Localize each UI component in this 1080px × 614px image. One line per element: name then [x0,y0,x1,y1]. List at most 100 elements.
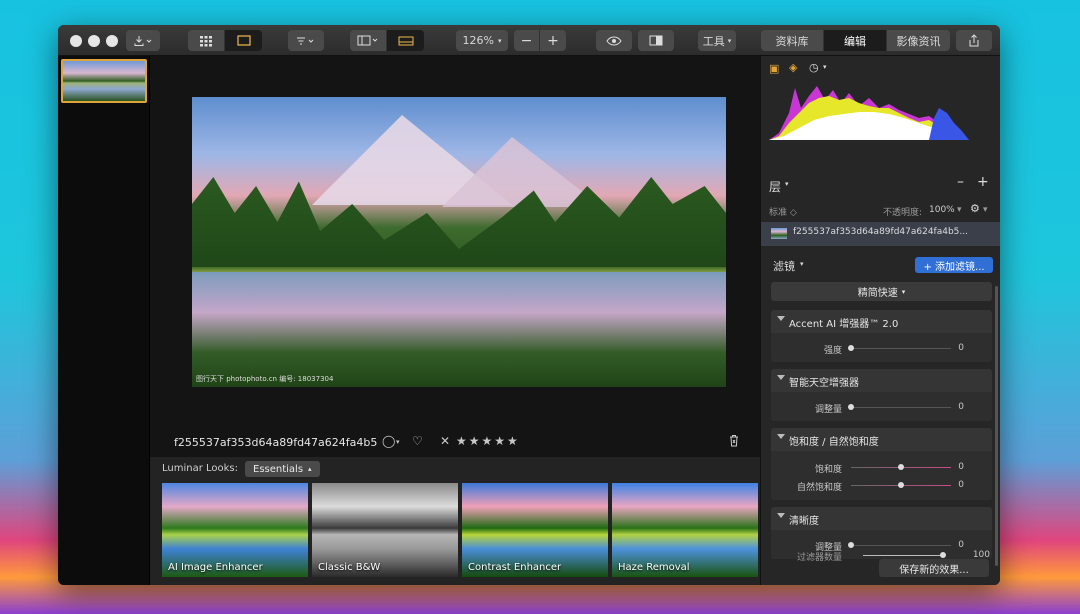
star-rating[interactable]: ★★★★★ [456,434,520,448]
download-icon [134,35,152,46]
looks-label: Luminar Looks: [162,463,239,474]
opacity-label: 不透明度: [883,208,923,218]
layers-title[interactable]: 层 [769,178,781,195]
grid-icon [200,35,212,46]
slider-knob[interactable] [848,345,854,351]
fast-menu-button[interactable]: 精简快速 ▾ [771,282,992,301]
export-button[interactable] [126,30,160,51]
slider-row[interactable]: 强度 0 [771,340,992,358]
close-window-button[interactable] [70,35,82,47]
tools-label: 工具 [702,34,725,48]
slider-knob[interactable] [898,482,904,488]
zoom-out-button[interactable]: − [514,30,540,51]
slider-track[interactable] [851,545,951,546]
blend-mode-value: 标准 [769,208,788,218]
filter-header[interactable]: 饱和度 / 自然饱和度 [771,428,992,451]
look-label: Contrast Enhancer [468,562,562,573]
chevron-down-icon: ▾ [983,205,988,215]
tab-edit[interactable]: 编辑 [824,30,887,51]
history-icon[interactable]: ◷ [809,61,819,74]
sidebar-toggle-button[interactable] [350,30,387,51]
look-label: Haze Removal [618,562,690,573]
collapse-triangle-icon [777,513,785,518]
mode-tabs: 资料库 编辑 影像资讯 [761,30,950,51]
luminar-window: 126% ▾ − + 工具 ▾ 资料库 编辑 影像资讯 图行天下 photoph… [58,25,1000,585]
reject-icon[interactable]: ✕ [440,434,450,448]
blend-mode-dropdown[interactable]: 标准 ◇ [769,205,797,218]
fast-menu-label: 精简快速 [857,288,898,299]
view-mode-toggle [188,30,262,51]
chevron-down-icon: ▾ [957,205,962,215]
filter-header[interactable]: 智能天空增强器 [771,369,992,392]
eye-icon [606,35,622,46]
slider-row[interactable]: 饱和度 0 [771,459,992,477]
filter-title: Accent AI 增强器™ 2.0 [789,319,899,330]
filter-header[interactable]: 清晰度 [771,507,992,530]
sort-menu-button[interactable] [288,30,324,51]
save-look-button[interactable]: 保存新的效果... [879,559,989,577]
preview-button[interactable] [596,30,632,51]
slider-knob[interactable] [940,552,946,558]
list-sort-icon [297,37,314,44]
zoom-window-button[interactable] [106,35,118,47]
slider-track[interactable] [863,555,943,556]
slider-knob[interactable] [848,404,854,410]
chevron-down-icon: ▾ [901,287,906,296]
minimize-window-button[interactable] [88,35,100,47]
grid-view-button[interactable] [188,30,225,51]
slider-row[interactable]: 调整量 0 [771,399,992,417]
color-label-icon[interactable]: ◯ [382,434,395,448]
file-name: f255537af353d64a89fd47a624fa4b5 [174,436,378,449]
slider-row[interactable]: 自然饱和度 0 [771,477,992,495]
zoom-in-button[interactable]: + [540,30,566,51]
heart-icon[interactable]: ♡ [412,434,423,448]
filmstrip-thumbnail[interactable] [61,59,147,103]
looks-collection-dropdown[interactable]: Essentials ▴ [245,461,320,477]
collapse-triangle-icon [777,316,785,321]
layers-icon[interactable]: ◈ [789,61,797,74]
histogram [769,86,969,140]
panel-scrollbar[interactable] [995,286,998,566]
adjustments-panel: ▣ ◈ ◷ ▾ 层 ▾ – + 标准 ◇ 不透明度: 100% ▾ ⚙ ▾ f2… [760,56,1000,585]
look-thumbnail[interactable]: AI Image Enhancer [162,483,308,577]
share-icon [969,34,979,47]
toolbar: 126% ▾ − + 工具 ▾ 资料库 编辑 影像资讯 [58,25,1000,56]
lake-reflection [192,272,726,387]
remove-layer-button[interactable]: – [957,174,964,190]
look-thumbnail[interactable]: Classic B&W [312,483,458,577]
zoom-level-dropdown[interactable]: 126% ▾ [456,30,508,51]
slider-track[interactable] [851,348,951,349]
zoom-stepper: − + [514,30,566,51]
add-filter-button[interactable]: + 添加滤镜... [915,257,993,273]
slider-value: 0 [958,343,964,353]
filmstrip-toggle-button[interactable] [387,30,424,51]
single-image-icon [236,35,251,46]
share-button[interactable] [956,30,992,51]
histogram-icon[interactable]: ▣ [769,62,779,75]
filter-sky-enhancer: 智能天空增强器 调整量 0 [771,369,992,421]
opacity-value[interactable]: 100% [929,205,955,215]
filters-title[interactable]: 滤镜 [773,258,795,274]
collapse-triangle-icon [777,375,785,380]
slider-knob[interactable] [898,464,904,470]
image-canvas[interactable]: 图行天下 photophoto.cn 编号: 18037304 [150,56,760,460]
filter-header[interactable]: Accent AI 增强器™ 2.0 [771,310,992,333]
tab-library[interactable]: 资料库 [761,30,824,51]
slider-track[interactable] [851,407,951,408]
compare-button[interactable] [638,30,674,51]
chevron-down-icon: ▾ [800,260,804,268]
look-thumbnail[interactable]: Contrast Enhancer [462,483,608,577]
layer-item[interactable]: f255537af353d64a89fd47a624fa4b5... [761,222,1000,246]
tab-info[interactable]: 影像资讯 [887,30,950,51]
trash-icon[interactable] [728,434,740,450]
gear-icon[interactable]: ⚙ [970,202,980,215]
single-view-button[interactable] [225,30,262,51]
main-photo[interactable]: 图行天下 photophoto.cn 编号: 18037304 [192,97,726,387]
look-thumbnail[interactable]: Haze Removal [612,483,758,577]
look-label: AI Image Enhancer [168,562,263,573]
add-layer-button[interactable]: + [977,174,989,190]
filter-title: 饱和度 / 自然饱和度 [789,437,879,448]
filmstrip-icon [398,36,413,45]
tools-menu-button[interactable]: 工具 ▾ [698,30,736,51]
chevron-down-icon: ▾ [396,438,400,446]
